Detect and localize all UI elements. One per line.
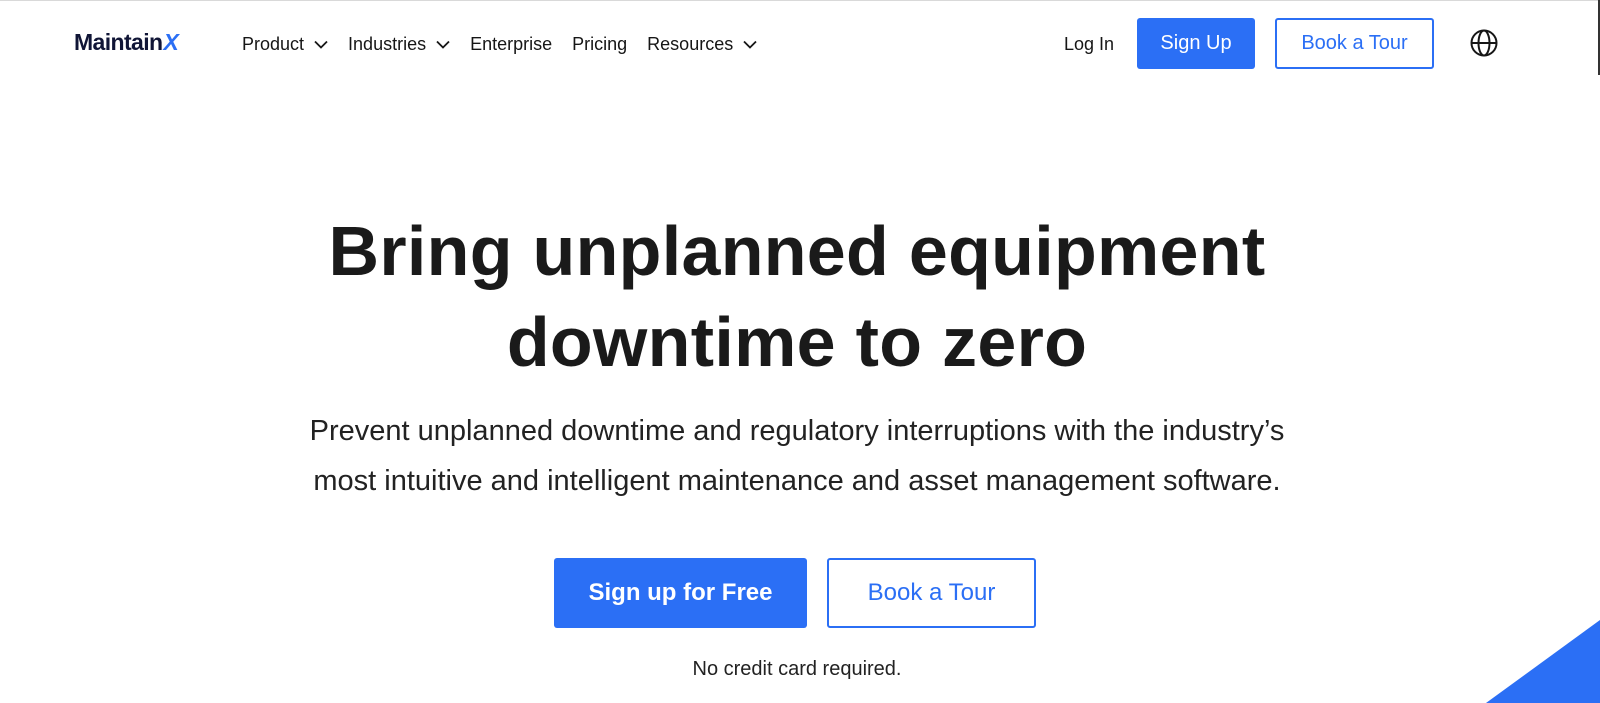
main-menu: Product Industries Enterprise Pricing Re…: [242, 28, 777, 60]
nav-item-industries[interactable]: Industries: [348, 28, 450, 60]
chevron-down-icon: [743, 40, 757, 49]
hero-book-tour-button[interactable]: Book a Tour: [827, 558, 1036, 628]
hero-title-line: Bring unplanned equipment: [328, 212, 1266, 290]
login-link[interactable]: Log In: [1064, 28, 1114, 60]
no-credit-card-note: No credit card required.: [692, 658, 902, 680]
hero-subtitle-line: most intuitive and intelligent maintenan…: [313, 465, 1281, 497]
chevron-down-icon: [314, 40, 328, 49]
globe-icon[interactable]: [1469, 28, 1499, 58]
chevron-down-icon: [436, 40, 450, 49]
maintainx-logo[interactable]: Maintain X: [74, 26, 179, 58]
nav-item-pricing[interactable]: Pricing: [572, 28, 627, 60]
nav-item-label: Industries: [348, 33, 427, 54]
hero-subtitle: Prevent unplanned downtime and regulator…: [240, 406, 1354, 506]
page: Maintain X Product Industries Enterprise …: [0, 0, 1600, 703]
nav-item-product[interactable]: Product: [242, 28, 328, 60]
corner-decoration: [1486, 620, 1600, 703]
top-nav: Maintain X Product Industries Enterprise …: [0, 0, 1600, 88]
hero-subtitle-line: Prevent unplanned downtime and regulator…: [309, 415, 1285, 447]
hero-title-line: downtime to zero: [506, 303, 1088, 381]
nav-item-resources[interactable]: Resources: [647, 28, 757, 60]
logo-wordmark: Maintain: [74, 29, 163, 55]
logo-x-mark: X: [163, 29, 179, 55]
signup-button[interactable]: Sign Up: [1137, 18, 1255, 69]
hero-title: Bring unplanned equipment downtime to ze…: [0, 206, 1594, 388]
signup-free-button[interactable]: Sign up for Free: [554, 558, 807, 628]
nav-item-label: Pricing: [572, 33, 628, 54]
nav-item-label: Resources: [647, 33, 734, 54]
book-tour-button[interactable]: Book a Tour: [1275, 18, 1434, 69]
nav-item-label: Enterprise: [470, 33, 553, 54]
nav-item-enterprise[interactable]: Enterprise: [470, 28, 552, 60]
nav-item-label: Product: [242, 33, 305, 54]
